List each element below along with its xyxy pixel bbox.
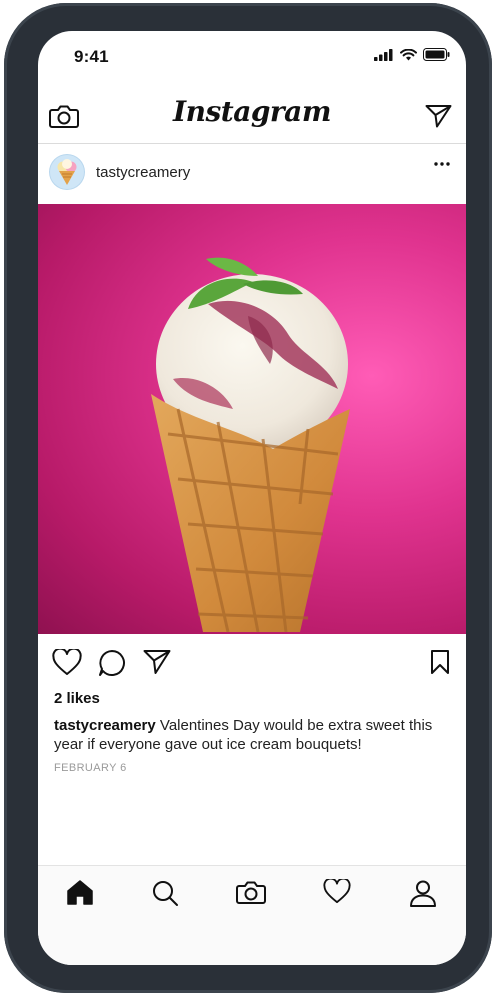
heart-icon[interactable] (323, 879, 351, 904)
direct-message-icon[interactable] (425, 104, 452, 128)
comment-icon[interactable] (98, 649, 126, 677)
status-time: 9:41 (74, 47, 109, 66)
status-icons (374, 48, 450, 61)
app-header: Instagram (38, 91, 466, 144)
signal-icon (374, 48, 393, 61)
heart-icon[interactable] (52, 649, 82, 676)
avatar[interactable] (50, 155, 84, 189)
camera-icon[interactable] (236, 879, 266, 905)
ice-cream-cone-photo (151, 257, 350, 633)
wifi-icon (400, 48, 417, 60)
home-indicator-area (38, 919, 466, 965)
profile-icon[interactable] (409, 879, 437, 907)
battery-icon (423, 48, 450, 61)
share-icon[interactable] (143, 649, 171, 675)
tab-bar (38, 865, 466, 920)
likes-count[interactable]: 2 likes (54, 690, 100, 707)
ice-cream-avatar-icon (57, 159, 77, 185)
caption-username[interactable]: tastycreamery (54, 717, 156, 734)
post-date: FEBRUARY 6 (54, 762, 127, 774)
post-actions (38, 641, 466, 685)
post-header: tastycreamery (38, 144, 466, 204)
more-options-icon[interactable] (434, 162, 450, 166)
bookmark-icon[interactable] (430, 649, 450, 675)
post-caption: tastycreamery Valentines Day would be ex… (54, 716, 454, 754)
post-image[interactable] (38, 204, 466, 634)
home-icon[interactable] (66, 879, 94, 905)
status-bar: 9:41 (38, 31, 466, 83)
phone-screen: 9:41 Instagram tastycreamery 2 likes tas… (38, 31, 466, 965)
search-icon[interactable] (151, 879, 179, 907)
app-logo: Instagram (173, 95, 331, 128)
post-username[interactable]: tastycreamery (96, 164, 190, 181)
phone-frame: 9:41 Instagram tastycreamery 2 likes tas… (4, 3, 492, 993)
